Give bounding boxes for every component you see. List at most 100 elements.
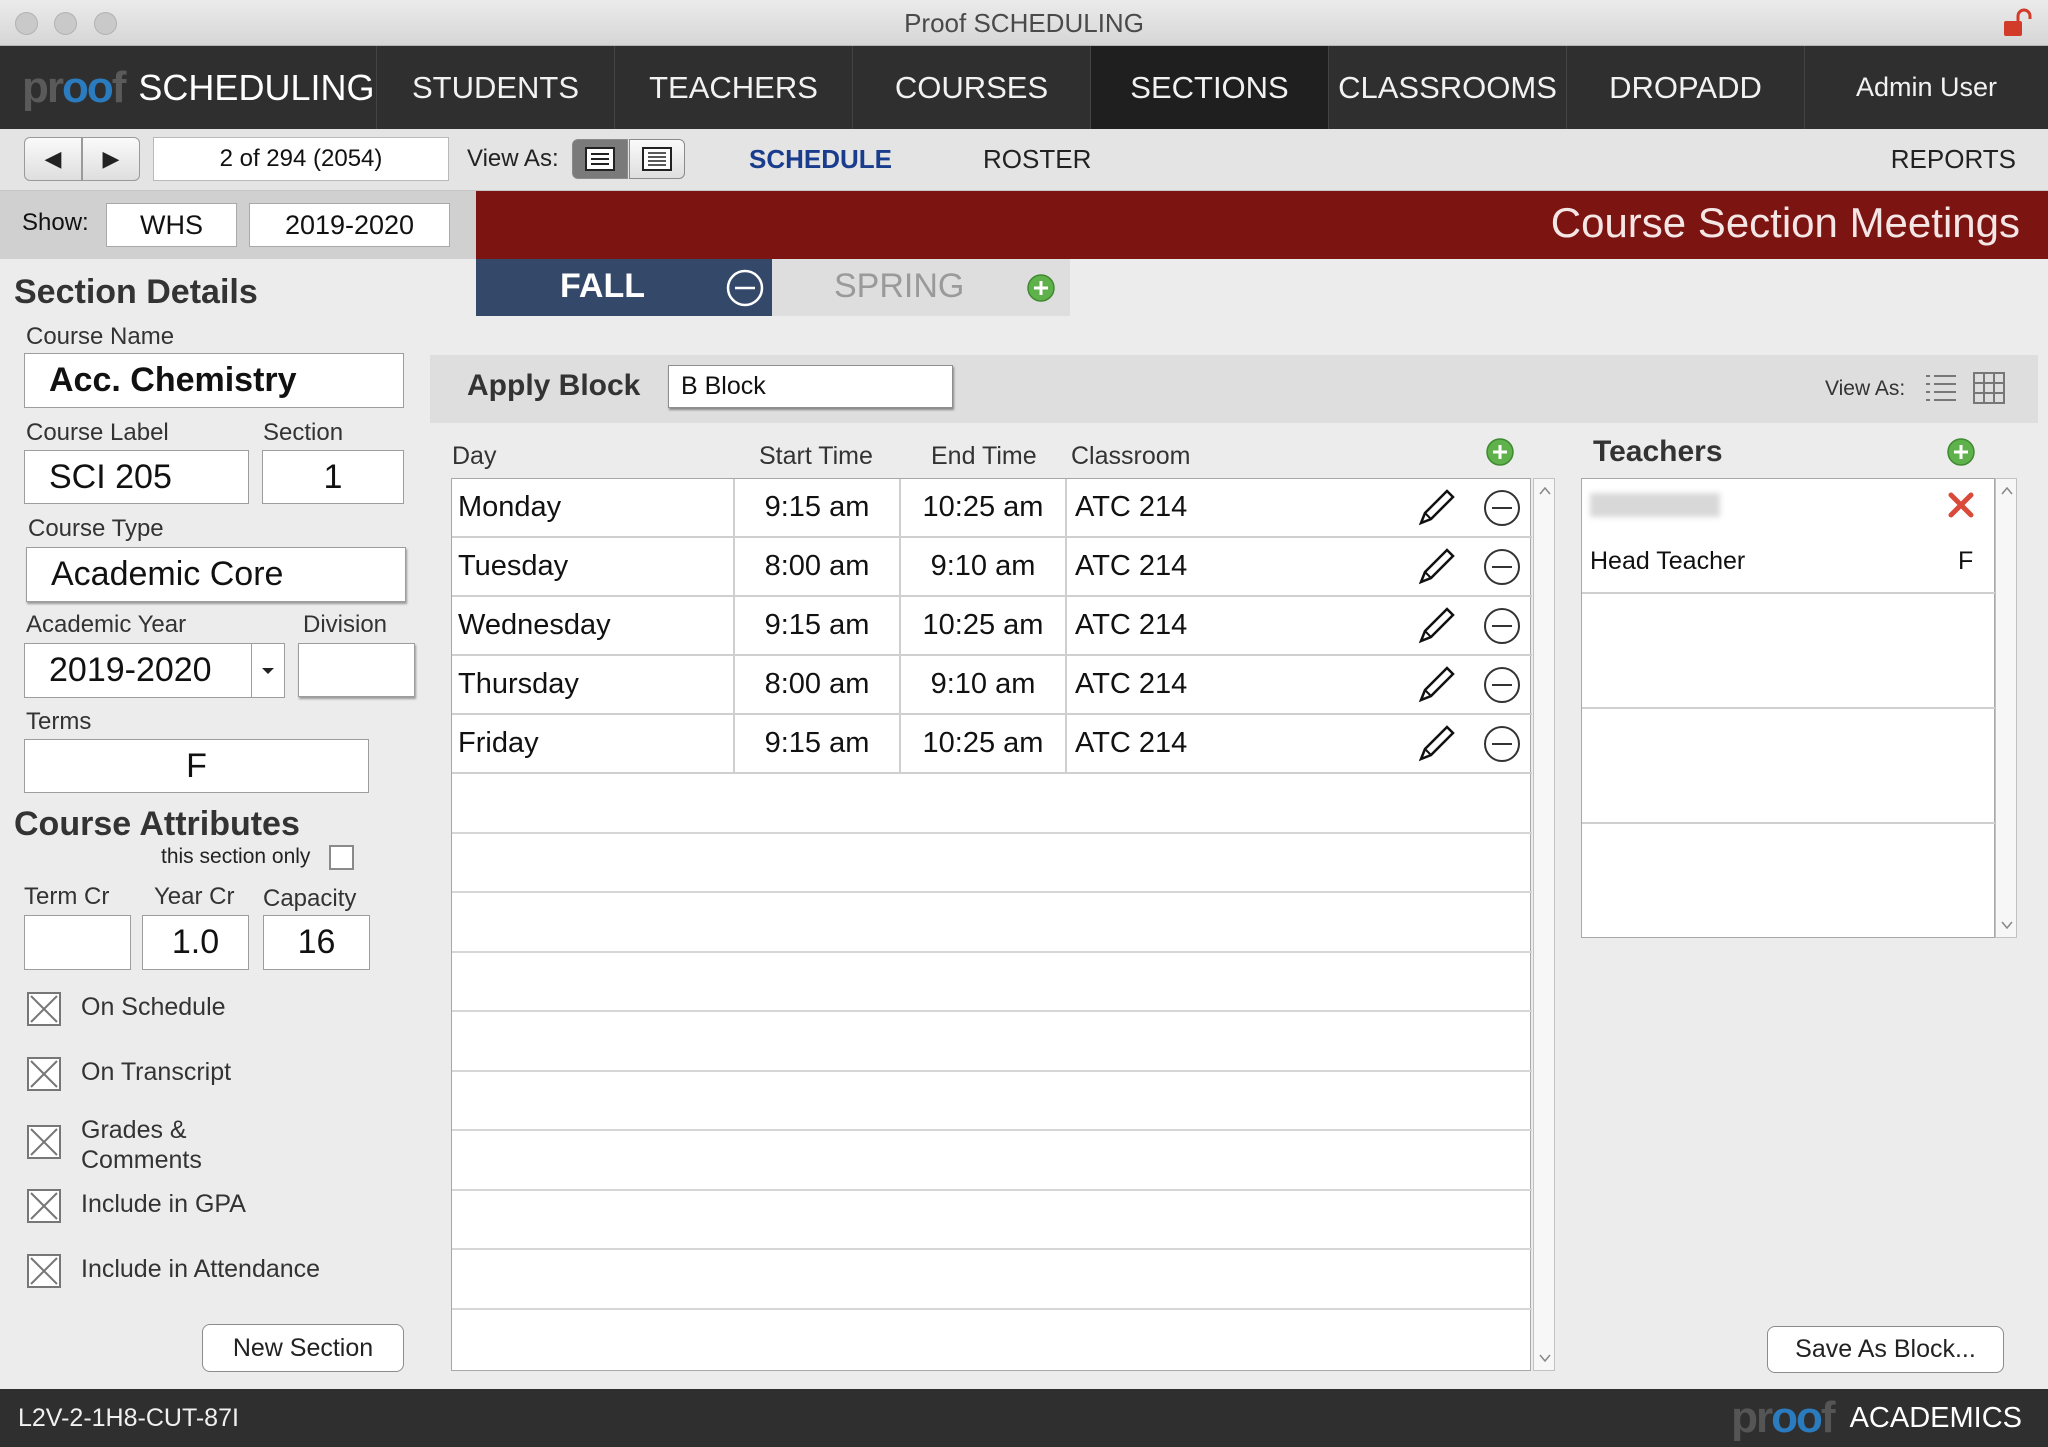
add-teacher-icon[interactable]: [1946, 437, 1976, 467]
include-attendance-label: Include in Attendance: [81, 1255, 321, 1283]
end-time-cell[interactable]: 10:25 am: [901, 715, 1067, 772]
on-schedule-option[interactable]: On Schedule: [27, 992, 226, 1026]
reports-link[interactable]: REPORTS: [1891, 137, 2016, 181]
footer-code: L2V-2-1H8-CUT-87I: [18, 1404, 239, 1432]
form-view-toggle[interactable]: [572, 139, 628, 179]
school-filter[interactable]: WHS: [106, 203, 237, 247]
edit-pencil-icon[interactable]: [1417, 666, 1455, 704]
remove-meeting-icon[interactable]: [1483, 607, 1521, 645]
list-item[interactable]: Head Teacher F: [1582, 479, 1996, 594]
empty-row: [452, 893, 1532, 953]
year-credit-field[interactable]: 1.0: [142, 915, 249, 970]
classroom-cell[interactable]: ATC 214: [1067, 538, 1532, 595]
on-transcript-option[interactable]: On Transcript: [27, 1057, 231, 1091]
division-field[interactable]: [298, 643, 415, 697]
include-gpa-label: Include in GPA: [81, 1190, 246, 1218]
term-credit-field[interactable]: [24, 915, 131, 970]
end-time-cell[interactable]: 10:25 am: [901, 479, 1067, 536]
add-meeting-icon[interactable]: [1485, 437, 1515, 467]
end-time-cell[interactable]: 9:10 am: [901, 656, 1067, 713]
on-transcript-checkbox[interactable]: [27, 1057, 61, 1091]
save-as-block-button[interactable]: Save As Block...: [1767, 1326, 2004, 1373]
end-time-cell[interactable]: 9:10 am: [901, 538, 1067, 595]
remove-meeting-icon[interactable]: [1483, 489, 1521, 527]
unlock-icon[interactable]: [2002, 8, 2032, 38]
grades-comments-checkbox[interactable]: [27, 1125, 61, 1159]
on-schedule-checkbox[interactable]: [27, 992, 61, 1026]
teachers-scrollbar[interactable]: [1995, 478, 2017, 938]
minus-circle-icon[interactable]: [726, 269, 764, 307]
remove-meeting-icon[interactable]: [1483, 725, 1521, 763]
academic-year-dropdown[interactable]: [251, 643, 285, 698]
section-number-field[interactable]: 1: [262, 450, 404, 504]
include-attendance-option[interactable]: Include in Attendance: [27, 1254, 320, 1288]
tab-spring[interactable]: SPRING: [772, 259, 1070, 316]
table-row[interactable]: Thursday 8:00 am 9:10 am ATC 214: [452, 656, 1532, 715]
tab-schedule[interactable]: SCHEDULE: [749, 137, 892, 181]
scroll-up-icon[interactable]: [1539, 487, 1551, 495]
scroll-down-icon[interactable]: [1539, 1354, 1551, 1362]
grades-comments-option[interactable]: Grades & Comments: [27, 1115, 241, 1175]
remove-teacher-icon[interactable]: [1947, 491, 1975, 519]
scroll-up-icon[interactable]: [2001, 487, 2013, 495]
show-label: Show:: [22, 209, 89, 236]
start-time-cell[interactable]: 9:15 am: [735, 597, 901, 654]
this-section-only-checkbox[interactable]: [329, 845, 354, 870]
day-cell[interactable]: Wednesday: [452, 597, 735, 654]
new-section-button[interactable]: New Section: [202, 1324, 404, 1372]
list-view-toggle[interactable]: [629, 139, 685, 179]
day-cell[interactable]: Tuesday: [452, 538, 735, 595]
table-row[interactable]: Monday 9:15 am 10:25 am ATC 214: [452, 479, 1532, 538]
edit-pencil-icon[interactable]: [1417, 489, 1455, 527]
day-cell[interactable]: Friday: [452, 715, 735, 772]
brand-logo[interactable]: proof SCHEDULING: [0, 46, 377, 129]
nav-teachers[interactable]: TEACHERS: [615, 46, 853, 129]
nav-students[interactable]: STUDENTS: [377, 46, 615, 129]
include-gpa-checkbox[interactable]: [27, 1189, 61, 1223]
nav-dropadd[interactable]: DROPADD: [1567, 46, 1805, 129]
terms-field[interactable]: F: [24, 739, 369, 793]
user-menu[interactable]: Admin User: [1805, 46, 2048, 129]
previous-record-button[interactable]: ◀: [24, 137, 82, 181]
tab-roster[interactable]: ROSTER: [983, 137, 1091, 181]
year-filter[interactable]: 2019-2020: [249, 203, 450, 247]
end-time-cell[interactable]: 10:25 am: [901, 597, 1067, 654]
nav-sections[interactable]: SECTIONS: [1091, 46, 1329, 129]
course-name-field[interactable]: Acc. Chemistry: [24, 353, 404, 408]
start-time-cell[interactable]: 8:00 am: [735, 656, 901, 713]
edit-pencil-icon[interactable]: [1417, 725, 1455, 763]
add-term-icon[interactable]: [1026, 273, 1056, 303]
grid-view-icon[interactable]: [1973, 372, 2005, 404]
include-attendance-checkbox[interactable]: [27, 1254, 61, 1288]
classroom-cell[interactable]: ATC 214: [1067, 656, 1532, 713]
edit-pencil-icon[interactable]: [1417, 548, 1455, 586]
scroll-down-icon[interactable]: [2001, 921, 2013, 929]
table-row[interactable]: Friday 9:15 am 10:25 am ATC 214: [452, 715, 1532, 774]
remove-meeting-icon[interactable]: [1483, 666, 1521, 704]
apply-block-select[interactable]: B Block: [668, 365, 953, 408]
classroom-cell[interactable]: ATC 214: [1067, 715, 1532, 772]
table-row[interactable]: Tuesday 8:00 am 9:10 am ATC 214: [452, 538, 1532, 597]
nav-courses[interactable]: COURSES: [853, 46, 1091, 129]
course-type-select[interactable]: Academic Core: [26, 547, 406, 602]
remove-meeting-icon[interactable]: [1483, 548, 1521, 586]
start-time-cell[interactable]: 9:15 am: [735, 479, 901, 536]
start-time-cell[interactable]: 8:00 am: [735, 538, 901, 595]
include-gpa-option[interactable]: Include in GPA: [27, 1189, 246, 1223]
academic-year-field[interactable]: 2019-2020: [24, 643, 252, 698]
list-view-icon[interactable]: [1924, 372, 1958, 404]
teacher-name: [1590, 493, 1720, 517]
nav-classrooms[interactable]: CLASSROOMS: [1329, 46, 1567, 129]
classroom-cell[interactable]: ATC 214: [1067, 597, 1532, 654]
day-cell[interactable]: Monday: [452, 479, 735, 536]
next-record-button[interactable]: ▶: [82, 137, 140, 181]
start-time-cell[interactable]: 9:15 am: [735, 715, 901, 772]
tab-fall[interactable]: FALL: [476, 259, 772, 316]
capacity-field[interactable]: 16: [263, 915, 370, 970]
edit-pencil-icon[interactable]: [1417, 607, 1455, 645]
course-label-field[interactable]: SCI 205: [24, 450, 249, 504]
day-cell[interactable]: Thursday: [452, 656, 735, 713]
classroom-cell[interactable]: ATC 214: [1067, 479, 1532, 536]
table-row[interactable]: Wednesday 9:15 am 10:25 am ATC 214: [452, 597, 1532, 656]
meetings-scrollbar[interactable]: [1533, 478, 1555, 1371]
